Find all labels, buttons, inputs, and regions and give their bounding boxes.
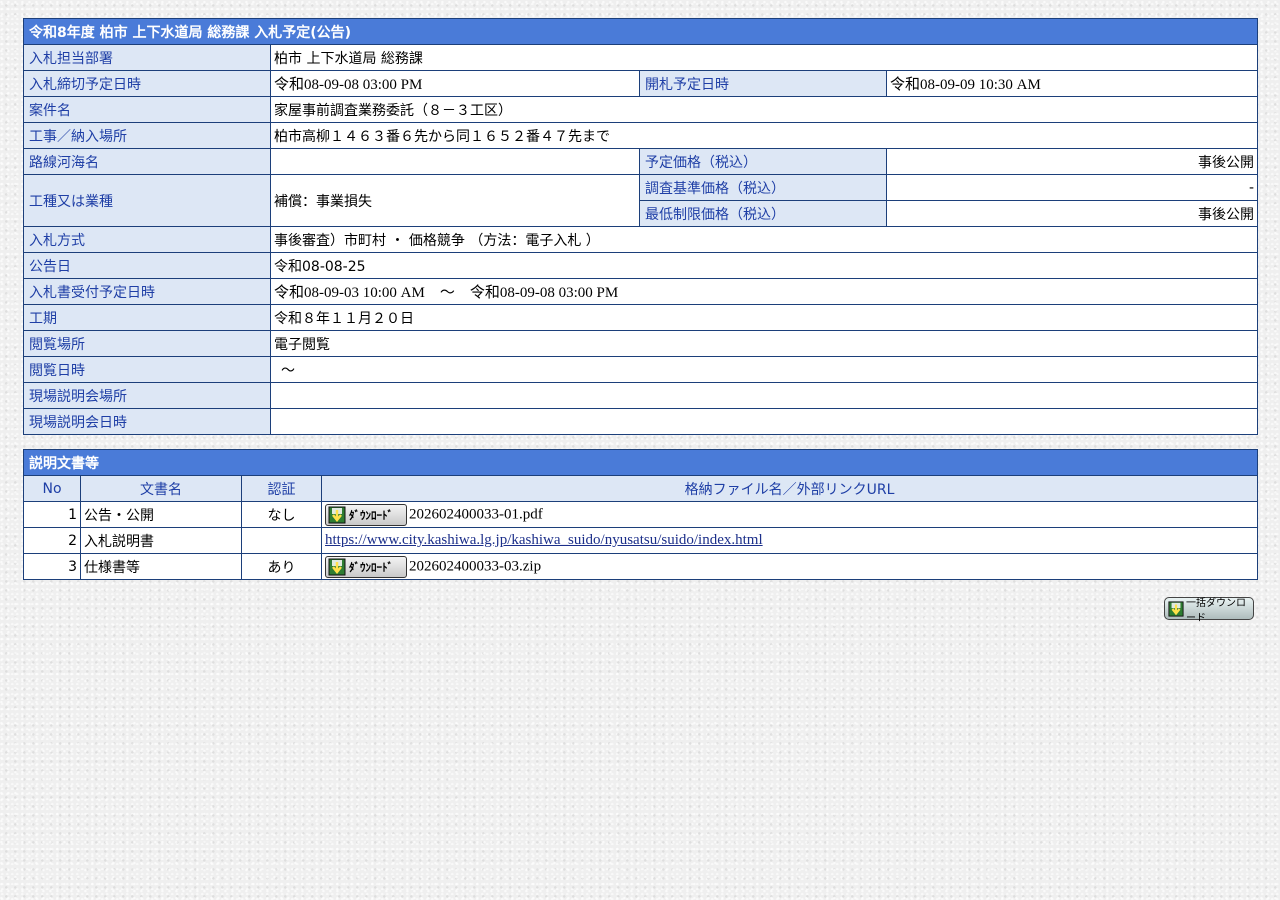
table-row: 2 入札説明書 https://www.city.kashiwa.lg.jp/k…	[23, 527, 1258, 554]
doc-no: 3	[23, 553, 81, 580]
route-value	[270, 148, 640, 175]
min-price-value: 事後公開	[885, 200, 1259, 227]
base-price-label: 調査基準価格（税込）	[639, 174, 887, 201]
download-icon	[328, 506, 346, 524]
notice-date-label: 公告日	[23, 252, 271, 279]
doc-auth	[241, 527, 322, 554]
dept-value: 柏市 上下水道局 総務課	[269, 44, 1259, 71]
download-button[interactable]: ﾀﾞｳﾝﾛｰﾄﾞ	[325, 504, 407, 526]
period-label: 工期	[23, 304, 271, 331]
est-price-value: 事後公開	[885, 148, 1259, 175]
deadline-label: 入札締切予定日時	[23, 70, 271, 97]
doc-auth: あり	[241, 553, 322, 580]
min-price-label: 最低制限価格（税込）	[639, 200, 887, 227]
view-date-label: 閲覧日時	[23, 356, 271, 383]
opening-value: 令和08-09-09 10:30 AM	[885, 70, 1259, 97]
project-value: 家屋事前調査業務委託（８－３工区）	[269, 96, 1259, 123]
base-price-value: -	[885, 174, 1259, 201]
doc-name: 仕様書等	[80, 553, 242, 580]
col-header-file: 格納ファイル名／外部リンクURL	[321, 475, 1258, 502]
view-date-value: ～	[269, 356, 1259, 383]
notice-date-value: 令和08-08-25	[269, 252, 1259, 279]
location-label: 工事／納入場所	[23, 122, 271, 149]
doc-link-cell: https://www.city.kashiwa.lg.jp/kashiwa_s…	[321, 527, 1258, 554]
doc-name: 公告・公開	[80, 501, 242, 528]
location-value: 柏市高柳１４６３番６先から同１６５２番４７先まで	[269, 122, 1259, 149]
download-icon	[1168, 600, 1184, 617]
doc-file-name: 202602400033-03.zip	[409, 558, 542, 575]
table-row: 3 仕様書等 あり ﾀﾞｳﾝﾛｰﾄﾞ 202602400033-03.zip	[23, 553, 1258, 580]
external-link[interactable]: https://www.city.kashiwa.lg.jp/kashiwa_s…	[325, 532, 763, 548]
brief-date-label: 現場説明会日時	[23, 408, 271, 435]
est-price-label: 予定価格（税込）	[639, 148, 887, 175]
method-label: 入札方式	[23, 226, 271, 253]
reception-label: 入札書受付予定日時	[23, 278, 271, 305]
deadline-value: 令和08-09-08 03:00 PM	[270, 70, 640, 97]
project-label: 案件名	[23, 96, 271, 123]
period-value: 令和８年１１月２０日	[269, 304, 1259, 331]
doc-no: 1	[23, 501, 81, 528]
doc-name: 入札説明書	[80, 527, 242, 554]
doc-file-cell: ﾀﾞｳﾝﾛｰﾄﾞ 202602400033-01.pdf	[321, 501, 1258, 528]
doc-file-cell: ﾀﾞｳﾝﾛｰﾄﾞ 202602400033-03.zip	[321, 553, 1258, 580]
bid-info-table: 令和8年度 柏市 上下水道局 総務課 入札予定(公告) 入札担当部署 柏市 上下…	[22, 18, 1259, 435]
doc-file-name: 202602400033-01.pdf	[409, 506, 543, 523]
view-place-value: 電子閲覧	[269, 330, 1259, 357]
download-button[interactable]: ﾀﾞｳﾝﾛｰﾄﾞ	[325, 556, 407, 578]
col-header-name: 文書名	[80, 475, 242, 502]
col-header-auth: 認証	[241, 475, 322, 502]
brief-date-value	[269, 408, 1259, 435]
documents-table: 説明文書等 No 文書名 認証 格納ファイル名／外部リンクURL 1 公告・公開…	[23, 449, 1258, 580]
bid-info-title: 令和8年度 柏市 上下水道局 総務課 入札予定(公告)	[22, 18, 1259, 45]
download-label: ﾀﾞｳﾝﾛｰﾄﾞ	[349, 509, 393, 522]
documents-title: 説明文書等	[23, 449, 1258, 476]
brief-place-label: 現場説明会場所	[23, 382, 271, 409]
method-value: 事後審査）市町村 ・ 価格競争 （方法：電子入札 ）	[269, 226, 1259, 253]
download-icon	[328, 558, 346, 576]
view-place-label: 閲覧場所	[23, 330, 271, 357]
doc-no: 2	[23, 527, 81, 554]
brief-place-value	[269, 382, 1259, 409]
download-label: ﾀﾞｳﾝﾛｰﾄﾞ	[349, 561, 393, 574]
doc-auth: なし	[241, 501, 322, 528]
reception-value: 令和08-09-03 10:00 AM ～ 令和08-09-08 03:00 P…	[269, 278, 1259, 305]
col-header-no: No	[23, 475, 81, 502]
type-value: 補償：事業損失	[270, 174, 640, 227]
table-row: 1 公告・公開 なし ﾀﾞｳﾝﾛｰﾄﾞ 202602400033-01.pdf	[23, 501, 1258, 528]
opening-label: 開札予定日時	[639, 70, 887, 97]
type-label: 工種又は業種	[23, 174, 271, 227]
dept-label: 入札担当部署	[23, 44, 271, 71]
route-label: 路線河海名	[23, 148, 271, 175]
bulk-download-button[interactable]: 一括ダウンロード	[1164, 597, 1254, 624]
bulk-download-label: 一括ダウンロード	[1186, 597, 1246, 624]
